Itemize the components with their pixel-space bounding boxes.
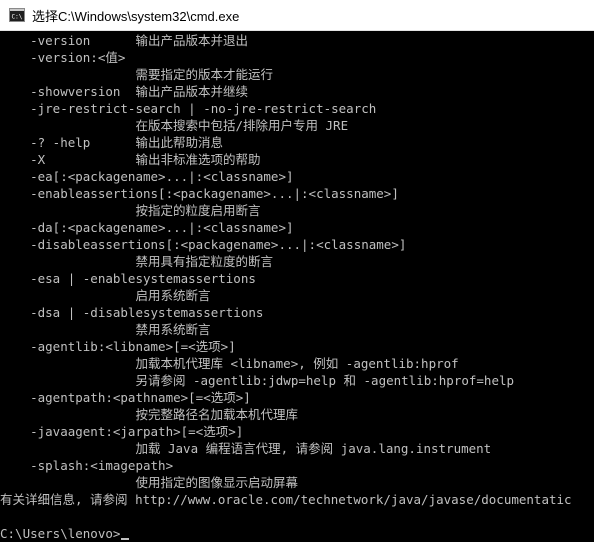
svg-text:C:\: C:\: [12, 14, 23, 21]
console-line-description: 另请参阅 -agentlib:jdwp=help 和 -agentlib:hpr…: [0, 373, 515, 388]
console-line-option-help: -? -help 输出此帮助消息: [0, 135, 223, 150]
console-output[interactable]: -version 输出产品版本并退出 -version:<值> 需要指定的版本才…: [0, 31, 594, 542]
console-line-option-enableassertions: -enableassertions[:<packagename>...|:<cl…: [0, 186, 399, 201]
console-line-description: 加载 Java 编程语言代理, 请参阅 java.lang.instrument: [0, 441, 492, 456]
console-line-description: 禁用具有指定粒度的断言: [0, 254, 273, 269]
console-line-option-agentpath: -agentpath:<pathname>[=<选项>]: [0, 390, 251, 405]
console-line-option-esa: -esa | -enablesystemassertions: [0, 271, 256, 286]
console-line-description: 按指定的粒度启用断言: [0, 203, 261, 218]
command-prompt: C:\Users\lenovo>: [0, 526, 121, 541]
console-line-option-dsa: -dsa | -disablesystemassertions: [0, 305, 264, 320]
console-line-description: 禁用系统断言: [0, 322, 211, 337]
cmd-icon: C:\: [9, 8, 25, 22]
console-line-more-info: 有关详细信息, 请参阅 http://www.oracle.com/techne…: [0, 492, 572, 507]
console-line-option-showversion: -showversion 输出产品版本并继续: [0, 84, 248, 99]
cmd-window: C:\ 选择C:\Windows\system32\cmd.exe -versi…: [0, 0, 594, 542]
title-bar[interactable]: C:\ 选择C:\Windows\system32\cmd.exe: [0, 0, 594, 31]
console-line-description: 需要指定的版本才能运行: [0, 67, 273, 82]
window-title: 选择C:\Windows\system32\cmd.exe: [32, 8, 240, 24]
console-line-option-ea: -ea[:<packagename>...|:<classname>]: [0, 169, 294, 184]
console-line-option-agentlib: -agentlib:<libname>[=<选项>]: [0, 339, 236, 354]
console-line-option-jre-restrict-search: -jre-restrict-search | -no-jre-restrict-…: [0, 101, 377, 116]
console-line-option-version: -version 输出产品版本并退出: [0, 33, 248, 48]
console-line-option-da: -da[:<packagename>...|:<classname>]: [0, 220, 294, 235]
console-line-description: 启用系统断言: [0, 288, 211, 303]
console-line-description: 使用指定的图像显示启动屏幕: [0, 475, 298, 490]
console-line-description: 在版本搜索中包括/排除用户专用 JRE: [0, 118, 349, 133]
command-prompt-line[interactable]: C:\Users\lenovo>: [0, 525, 130, 542]
console-line-option-disableassertions: -disableassertions[:<packagename>...|:<c…: [0, 237, 407, 252]
console-line-option-javaagent: -javaagent:<jarpath>[=<选项>]: [0, 424, 244, 439]
console-line-option-splash: -splash:<imagepath>: [0, 458, 174, 473]
console-line-option-version-value: -version:<值>: [0, 50, 126, 65]
console-line-description: 按完整路径名加载本机代理库: [0, 407, 298, 422]
text-cursor: [121, 538, 130, 540]
console-line-description: 加载本机代理库 <libname>, 例如 -agentlib:hprof: [0, 356, 459, 371]
console-line-option-x: -X 输出非标准选项的帮助: [0, 152, 261, 167]
